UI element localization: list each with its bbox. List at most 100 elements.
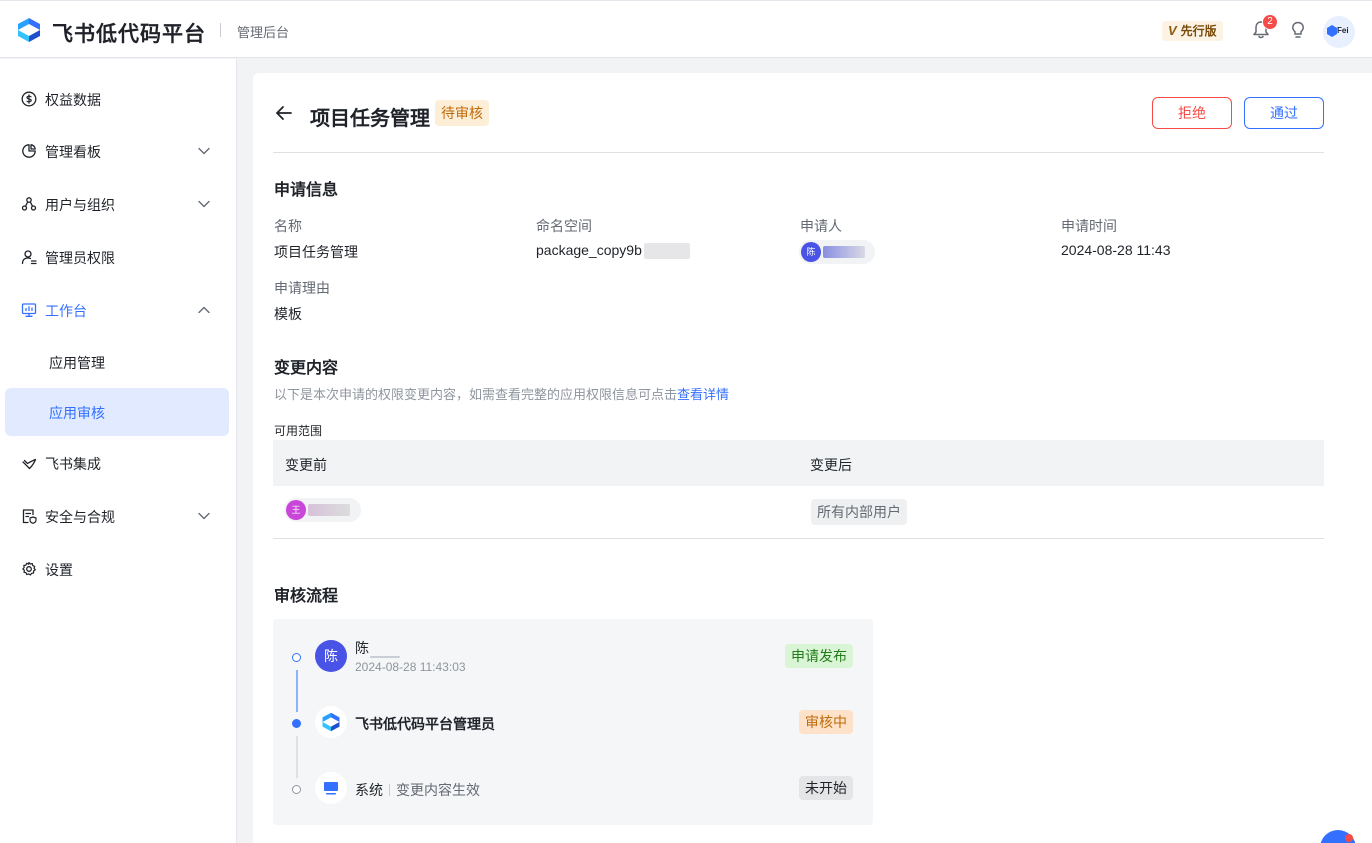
lightbulb-icon[interactable] — [1288, 20, 1308, 40]
back-arrow-icon[interactable] — [274, 103, 294, 123]
user-avatar[interactable]: Fei — [1323, 16, 1355, 48]
sidebar-item-admin-permissions[interactable]: 管理员权限 — [5, 233, 229, 281]
section-title-changes: 变更内容 — [274, 360, 339, 377]
sidebar-item-security-compliance[interactable]: 安全与合规 — [5, 492, 229, 540]
timeline-connector — [296, 670, 298, 712]
timeline-dot-pending — [292, 785, 301, 794]
approve-button[interactable]: 通过 — [1244, 97, 1324, 129]
chevron-up-icon — [198, 306, 210, 314]
chevron-down-icon — [198, 147, 210, 155]
notification-count-badge: 2 — [1262, 14, 1278, 30]
help-notification-dot — [1345, 834, 1353, 842]
after-value-tag: 所有内部用户 — [811, 499, 907, 525]
page-title: 项目任务管理 — [310, 108, 430, 130]
step-system-avatar — [315, 772, 347, 804]
section-title-workflow: 审核流程 — [274, 588, 339, 605]
column-header-before: 变更前 — [285, 457, 327, 473]
view-details-link[interactable]: 查看详情 — [677, 387, 729, 402]
request-time-value: 2024-08-28 11:43 — [1061, 242, 1171, 258]
feishu-lowcode-logo-icon[interactable] — [16, 17, 42, 43]
namespace-value: package_copy9b — [536, 242, 642, 258]
changes-description-text: 以下是本次申请的权限变更内容，如需查看完整的应用权限信息可点击 — [274, 387, 678, 402]
step-applicant-name-field: 陈 — [355, 638, 400, 658]
sidebar-item-label: 飞书集成 — [45, 456, 101, 472]
table-row-divider — [273, 538, 1324, 539]
step-status-published: 申请发布 — [785, 644, 853, 668]
edition-label: 先行版 — [1180, 24, 1217, 38]
shield-doc-icon — [22, 509, 37, 524]
step-admin-avatar — [315, 706, 347, 738]
sidebar-item-settings[interactable]: 设置 — [5, 545, 229, 593]
sidebar-item-label: 用户与组织 — [45, 197, 115, 213]
admin-console-label: 管理后台 — [237, 25, 290, 40]
top-bar: 飞书低代码平台 管理后台 V 先行版 2 Fei — [0, 0, 1372, 58]
brand-name[interactable]: 飞书低代码平台 — [52, 18, 206, 48]
step-applicant-name: 陈 — [355, 640, 369, 656]
sidebar-item-label: 安全与合规 — [45, 509, 115, 525]
applicant-avatar: 陈 — [801, 242, 821, 262]
reason-value: 模板 — [274, 306, 302, 322]
feishu-lowcode-logo-icon — [322, 712, 340, 732]
request-time-label: 申请时间 — [1061, 218, 1117, 234]
sidebar-item-label: 管理看板 — [45, 144, 101, 160]
redacted-name — [308, 504, 350, 516]
name-label: 名称 — [274, 218, 302, 234]
section-title-request-info: 申请信息 — [274, 182, 339, 199]
avatar-text: Fei — [1337, 26, 1349, 35]
redacted-text — [643, 243, 690, 260]
sidebar-subitem-app-management[interactable]: 应用管理 — [5, 338, 229, 386]
pie-chart-icon — [22, 144, 36, 158]
step-name-divider — [389, 784, 390, 796]
timeline-connector — [296, 736, 298, 778]
applicant-chip[interactable]: 陈 — [799, 240, 875, 264]
sidebar-subitem-label: 应用管理 — [49, 355, 105, 371]
header-divider — [220, 23, 221, 37]
step-system-label: 系统 — [355, 782, 383, 798]
column-header-after: 变更后 — [810, 457, 852, 473]
step-applicant-time: 2024-08-28 11:43:03 — [355, 660, 466, 674]
gear-icon — [22, 561, 36, 576]
sidebar-item-label: 工作台 — [45, 303, 87, 319]
step-applicant-avatar: 陈 — [315, 640, 347, 672]
step-system-detail: 变更内容生效 — [396, 782, 480, 798]
monitor-icon — [21, 303, 37, 317]
step-status-reviewing: 审核中 — [799, 710, 853, 734]
sidebar-item-label: 权益数据 — [45, 92, 101, 108]
integration-icon — [22, 458, 37, 470]
header-divider — [273, 152, 1324, 153]
applicant-label: 申请人 — [800, 218, 842, 234]
namespace-label: 命名空间 — [536, 218, 592, 234]
sidebar-item-feishu-integration[interactable]: 飞书集成 — [5, 439, 229, 487]
step-admin-name: 飞书低代码平台管理员 — [355, 716, 495, 732]
sidebar-item-workbench[interactable]: 工作台 — [5, 286, 229, 334]
changes-description: 以下是本次申请的权限变更内容，如需查看完整的应用权限信息可点击查看详情 — [274, 384, 729, 403]
redacted-name — [823, 246, 865, 258]
timeline-dot-done — [292, 653, 301, 662]
edition-badge[interactable]: V 先行版 — [1162, 21, 1223, 41]
sidebar-item-dashboard[interactable]: 管理看板 — [5, 127, 229, 175]
sidebar-item-users-org[interactable]: 用户与组织 — [5, 180, 229, 228]
dollar-circle-icon — [21, 91, 37, 107]
sidebar-subitem-label: 应用审核 — [49, 405, 105, 421]
sidebar-subitem-app-review[interactable]: 应用审核 — [5, 388, 229, 436]
scope-label: 可用范围 — [274, 424, 323, 438]
table-header: 变更前 变更后 — [273, 440, 1324, 486]
avatar-logo-icon — [1327, 25, 1337, 37]
before-user-avatar: 王 — [286, 500, 306, 520]
timeline-dot-current — [292, 719, 301, 728]
reject-button[interactable]: 拒绝 — [1152, 97, 1232, 129]
admin-user-icon — [21, 250, 37, 265]
chevron-down-icon — [198, 512, 210, 520]
before-user-chip[interactable]: 王 — [284, 498, 361, 522]
status-badge: 待审核 — [435, 100, 489, 126]
sidebar-item-label: 管理员权限 — [45, 250, 115, 266]
edition-v-icon: V — [1168, 23, 1177, 38]
redacted-text — [370, 656, 400, 658]
step-system-name: 系统 变更内容生效 — [355, 780, 480, 800]
namespace-field: package_copy9b — [536, 242, 690, 260]
computer-icon — [324, 782, 338, 795]
sidebar-item-benefits-data[interactable]: 权益数据 — [5, 75, 229, 123]
sidebar-item-label: 设置 — [45, 562, 73, 578]
org-tree-icon — [21, 197, 37, 211]
chevron-down-icon — [198, 200, 210, 208]
